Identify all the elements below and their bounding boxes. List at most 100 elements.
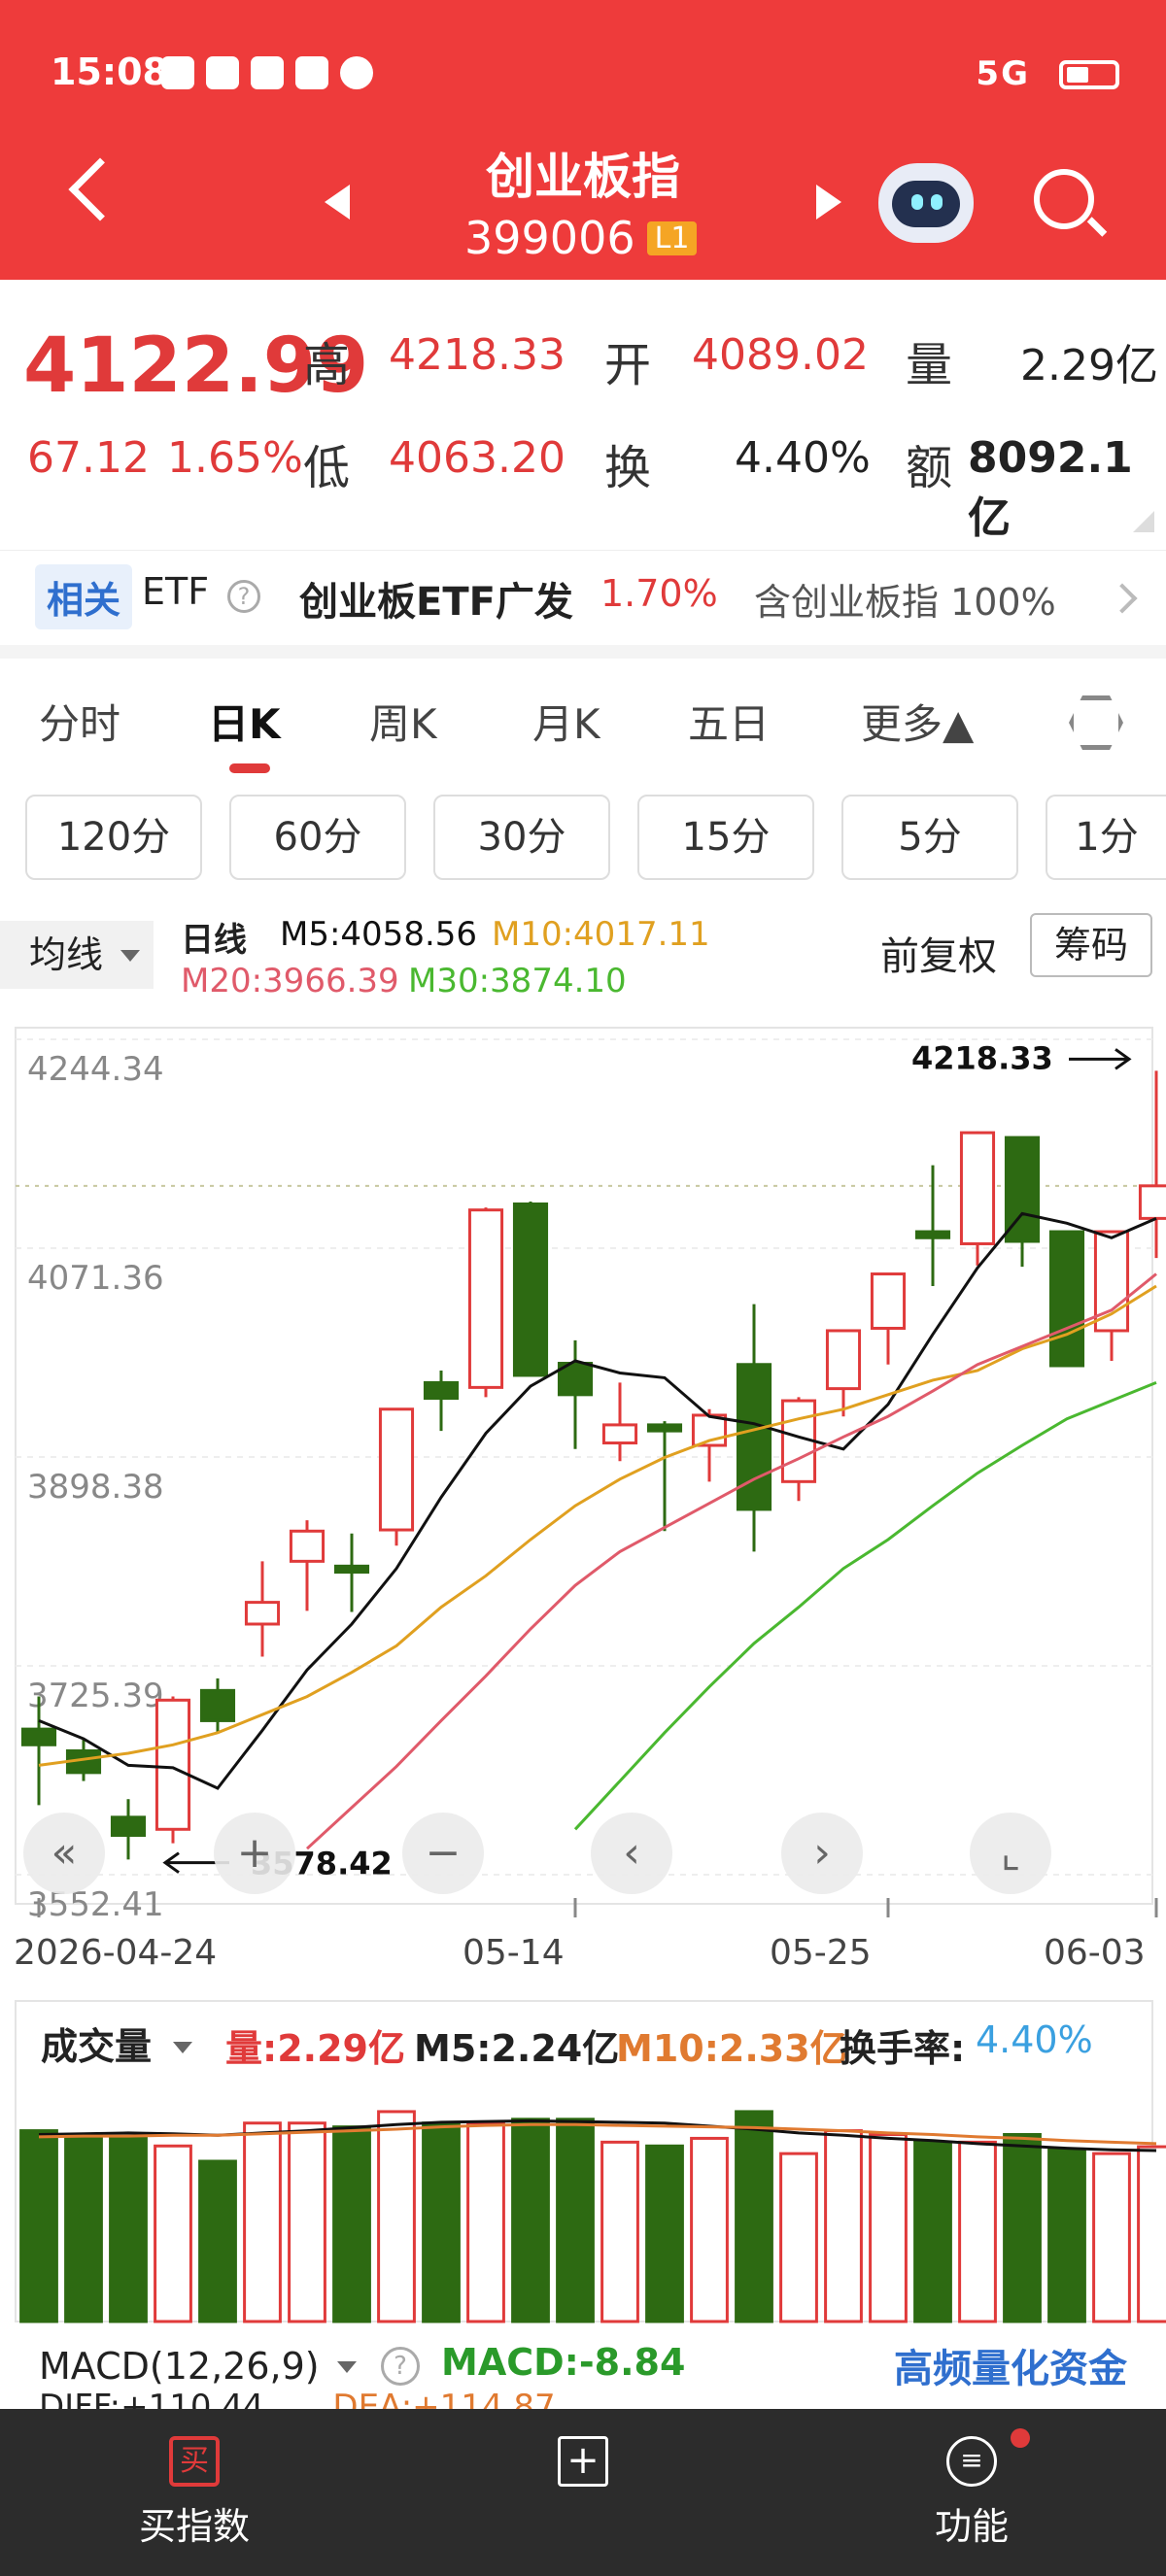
- ma5-value: M5:4058.56: [280, 915, 478, 954]
- volume-bar: [377, 2110, 416, 2323]
- chevron-down-icon: [336, 2361, 357, 2373]
- candle-body: [467, 1208, 504, 1389]
- tab-monthly-k[interactable]: 月K: [532, 692, 600, 751]
- volume-bar: [869, 2133, 908, 2323]
- robot-assistant-icon[interactable]: [878, 163, 974, 243]
- related-etf-row[interactable]: 相关 ETF ? 创业板ETF广发 1.70% 含创业板指 100%: [0, 550, 1166, 659]
- tab-five-day[interactable]: 五日: [688, 692, 770, 751]
- candle-body: [1048, 1230, 1085, 1368]
- turnover-label: 换: [604, 441, 652, 495]
- scroll-right-button[interactable]: ›: [781, 1813, 863, 1894]
- high-value: 4218.33: [389, 330, 566, 380]
- etf-label: ETF: [142, 570, 210, 613]
- price-adjust-toggle[interactable]: 前复权: [880, 925, 997, 981]
- period-30min[interactable]: 30分: [433, 795, 610, 880]
- max-price-annotation: 4218.33: [911, 1039, 1053, 1076]
- status-time: 15:08: [51, 51, 168, 93]
- volume-bar: [198, 2159, 237, 2323]
- y-axis-tick: 4071.36: [27, 1259, 164, 1298]
- candle-body: [154, 1698, 191, 1831]
- candle-body: [110, 1815, 147, 1837]
- tab-intraday[interactable]: 分时: [39, 692, 120, 751]
- search-icon[interactable]: [1034, 169, 1094, 229]
- volume-bar: [958, 2140, 997, 2323]
- function-button[interactable]: ≡ 功能: [913, 2436, 1030, 2550]
- period-120min[interactable]: 120分: [25, 795, 202, 880]
- y-axis-tick: 4244.34: [27, 1050, 164, 1089]
- tab-daily-k[interactable]: 日K: [208, 692, 281, 751]
- chips-button[interactable]: 筹码: [1030, 913, 1152, 977]
- bottom-bar: 买 买指数 + ≡ 功能: [0, 2409, 1166, 2576]
- expand-corner-icon[interactable]: [1133, 511, 1154, 532]
- help-icon[interactable]: ?: [227, 580, 260, 613]
- zoom-in-button[interactable]: +: [214, 1813, 295, 1894]
- level-badge: L1: [646, 221, 698, 255]
- help-icon[interactable]: ?: [381, 2347, 420, 2386]
- volume-bar: [466, 2121, 505, 2323]
- add-icon: +: [558, 2436, 608, 2487]
- period-5min[interactable]: 5分: [841, 795, 1018, 880]
- ma-dropdown[interactable]: 均线: [0, 921, 154, 989]
- high-frequency-funds-link[interactable]: 高频量化资金: [894, 2337, 1127, 2393]
- next-index-icon[interactable]: [816, 185, 841, 220]
- volume-bar: [824, 2129, 863, 2323]
- volume-bar: [332, 2125, 371, 2323]
- candle-body: [423, 1380, 460, 1401]
- buy-icon: 买: [169, 2436, 220, 2487]
- price-change: 67.12: [27, 433, 150, 483]
- index-name: 创业板指: [486, 149, 680, 205]
- zoom-out-button[interactable]: −: [402, 1813, 484, 1894]
- candle-body: [601, 1423, 638, 1445]
- volume-bar: [600, 2140, 639, 2323]
- buy-index-button[interactable]: 买 买指数: [126, 2436, 262, 2550]
- app-notification-icon: [206, 56, 239, 89]
- scroll-left-button[interactable]: ‹: [591, 1813, 672, 1894]
- related-tag: 相关: [35, 564, 133, 629]
- fullscreen-button[interactable]: ⌞: [970, 1813, 1051, 1894]
- settings-icon[interactable]: [1069, 695, 1123, 750]
- volume-bar: [19, 2129, 58, 2323]
- menu-icon: ≡: [946, 2436, 997, 2487]
- notification-dot: [1011, 2428, 1030, 2448]
- volume-bar: [690, 2136, 729, 2323]
- candle-body: [914, 1230, 951, 1239]
- candle-body: [512, 1202, 549, 1377]
- volume-bar: [1092, 2152, 1131, 2323]
- app-notification-icon: [161, 56, 194, 89]
- scroll-left-far-button[interactable]: «: [23, 1813, 105, 1894]
- turnover-value: 4.40%: [735, 433, 871, 483]
- period-1min[interactable]: 1分: [1046, 795, 1166, 880]
- macd-dropdown[interactable]: MACD(12,26,9): [39, 2345, 357, 2388]
- volume-bar: [243, 2121, 282, 2323]
- candle-body: [20, 1727, 57, 1746]
- amount-label: 额: [906, 441, 953, 495]
- buy-index-label: 买指数: [138, 2505, 250, 2548]
- add-watchlist-button[interactable]: +: [552, 2436, 614, 2496]
- volume-bar: [556, 2118, 595, 2323]
- tab-more[interactable]: 更多▲: [861, 692, 974, 751]
- network-indicator: 5G: [976, 54, 1030, 93]
- ma10-value: M10:4017.11: [492, 915, 710, 954]
- volume-bar: [511, 2118, 550, 2323]
- ma30-value: M30:3874.10: [408, 962, 627, 1000]
- period-15min[interactable]: 15分: [637, 795, 814, 880]
- candle-body: [959, 1131, 996, 1245]
- macd-value: MACD:-8.84: [441, 2341, 686, 2384]
- header-bar: 15:08 5G 创业板指 399006 L1: [0, 0, 1166, 280]
- ma-line-label: 日线: [181, 921, 247, 960]
- volume-chart[interactable]: [0, 1933, 1166, 2341]
- volume-bar: [645, 2144, 684, 2323]
- period-60min[interactable]: 60分: [229, 795, 406, 880]
- high-label: 高: [303, 338, 351, 392]
- tab-weekly-k[interactable]: 周K: [369, 692, 437, 751]
- volume-bar: [1003, 2133, 1042, 2323]
- etf-holding: 含创业板指 100%: [754, 581, 1056, 624]
- kline-chart[interactable]: 4244.34 4071.36 3898.38 3725.39 3552.41 4218.…: [0, 1000, 1166, 1933]
- candle-body: [378, 1407, 415, 1532]
- price-change-pct: 1.65%: [167, 433, 303, 483]
- volume-bar: [779, 2152, 818, 2323]
- chevron-right-icon[interactable]: [1107, 583, 1138, 614]
- volume-bar: [109, 2136, 148, 2323]
- index-code-row: 399006 L1: [464, 212, 698, 264]
- y-axis-tick: 3898.38: [27, 1468, 164, 1507]
